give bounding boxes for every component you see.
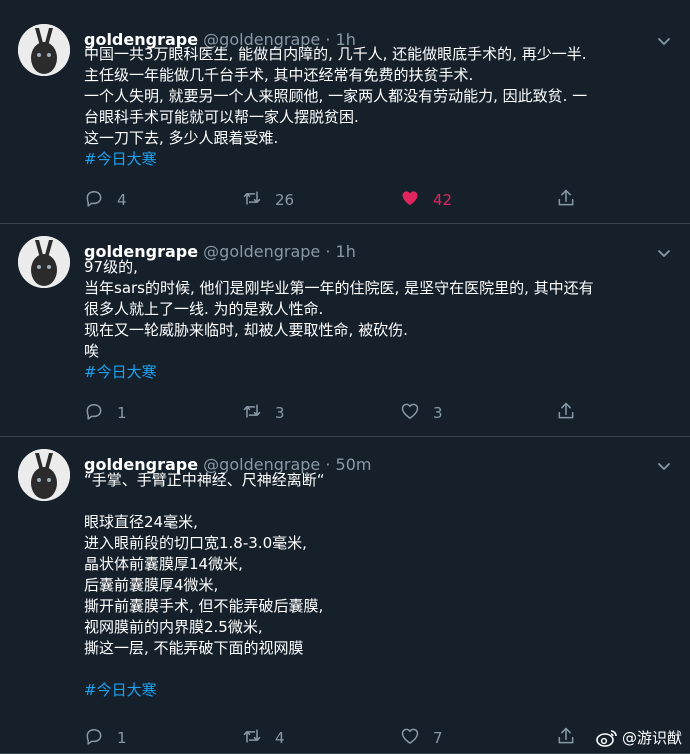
tweet-text-line: 中国一共3万眼科医生, 能做白内障的, 几千人, 还能做眼底手术的, 再少一半. (84, 45, 587, 63)
reply-button[interactable]: 1 (84, 728, 127, 748)
hashtag-link[interactable]: #今日大寒 (84, 680, 674, 701)
reply-icon (84, 726, 104, 750)
reply-button[interactable]: 4 (84, 190, 127, 210)
reply-count: 1 (117, 404, 127, 422)
tweet-text-line: 撕开前囊膜手术, 但不能弄破后囊膜, (84, 597, 324, 615)
like-count: 7 (433, 729, 443, 747)
tweet-text-line: 现在又一轮威胁来临时, 却被人要取性命, 被砍伤. (84, 321, 408, 339)
tweet-text-line: 晶状体前囊膜厚14微米, (84, 555, 243, 573)
avatar[interactable] (18, 236, 70, 288)
share-button[interactable] (556, 188, 576, 212)
heart-icon (400, 401, 420, 425)
avatar[interactable] (18, 24, 70, 76)
tweet-text-line: 当年sars的时候, 他们是刚毕业第一年的住院医, 是坚守在医院里的, 其中还有 (84, 279, 594, 297)
like-button[interactable]: 7 (400, 728, 443, 748)
tweet-actions: 1 4 7 (84, 726, 584, 750)
share-icon (556, 401, 576, 425)
retweet-icon (242, 188, 262, 212)
retweet-icon (242, 726, 262, 750)
tweet-text-line: 进入眼前段的切口宽1.8-3.0毫米, (84, 534, 307, 552)
retweet-button[interactable]: 3 (242, 403, 285, 423)
heart-icon (400, 726, 420, 750)
like-count: 3 (433, 404, 443, 422)
retweet-count: 3 (275, 404, 285, 422)
tweet-actions: 4 26 42 (84, 188, 584, 212)
reply-button[interactable]: 1 (84, 403, 127, 423)
tweet-text-line: 视网膜前的内界膜2.5微米, (84, 618, 263, 636)
tweet-text-line: 97级的, (84, 258, 138, 276)
retweet-count: 4 (275, 729, 285, 747)
tweet-text-line: 这一刀下去, 多少人跟着受难. (84, 129, 279, 147)
tweet-text: 中国一共3万眼科医生, 能做白内障的, 几千人, 还能做眼底手术的, 再少一半.… (84, 44, 674, 170)
share-button[interactable] (556, 726, 576, 750)
tweet-text-line: 撕这一层, 不能弄破下面的视网膜 (84, 639, 304, 657)
retweet-button[interactable]: 26 (242, 190, 294, 210)
hashtag-link[interactable]: #今日大寒 (84, 362, 674, 383)
like-button[interactable]: 3 (400, 403, 443, 423)
reply-icon (84, 188, 104, 212)
reply-icon (84, 401, 104, 425)
share-icon (556, 188, 576, 212)
tweet-text: 97级的, 当年sars的时候, 他们是刚毕业第一年的住院医, 是坚守在医院里的,… (84, 257, 674, 383)
retweet-button[interactable]: 4 (242, 728, 285, 748)
tweet-text-line: 主任级一年能做几千台手术, 其中还经常有免费的扶贫手术. (84, 66, 474, 84)
tweet-text-line: 台眼科手术可能就可以帮一家人摆脱贫困. (84, 108, 359, 126)
retweet-count: 26 (275, 191, 295, 209)
tweet-text: “手掌、手臂正中神经、尺神经离断“ 眼球直径24毫米, 进入眼前段的切口宽1.8-3… (84, 470, 674, 701)
avatar[interactable] (18, 449, 70, 501)
tweet-text-line: 唉 (84, 342, 100, 360)
tweet-text-line: 很多人就上了一线. 为的是救人性命. (84, 300, 324, 318)
like-count: 42 (433, 191, 453, 209)
tweet-text-line: 后囊前囊膜厚4微米, (84, 576, 219, 594)
like-button[interactable]: 42 (400, 190, 452, 210)
reply-count: 4 (117, 191, 127, 209)
retweet-icon (242, 401, 262, 425)
heart-filled-icon (400, 188, 420, 212)
tweet[interactable]: goldengrape @goldengrape · 1h 中国一共3万眼科医生,… (0, 0, 690, 224)
reply-count: 1 (117, 729, 127, 747)
tweet-text-line: 一个人失明, 就要另一个人来照顾他, 一家两人都没有劳动能力, 因此致贫. 一 (84, 87, 588, 105)
tweet-text-line: “手掌、手臂正中神经、尺神经离断“ (84, 471, 325, 489)
tweet[interactable]: goldengrape @goldengrape · 1h 97级的, 当年sars… (0, 224, 690, 437)
tweet-text-line: 眼球直径24毫米, (84, 513, 198, 531)
watermark: @游识猷 (596, 727, 682, 748)
watermark-text: @游识猷 (621, 729, 682, 747)
share-button[interactable] (556, 401, 576, 425)
tweet[interactable]: goldengrape @goldengrape · 50m “手掌、手臂正中神经… (0, 437, 690, 754)
hashtag-link[interactable]: #今日大寒 (84, 149, 674, 170)
weibo-icon (596, 729, 617, 747)
tweet-actions: 1 3 3 (84, 401, 584, 425)
share-icon (556, 726, 576, 750)
